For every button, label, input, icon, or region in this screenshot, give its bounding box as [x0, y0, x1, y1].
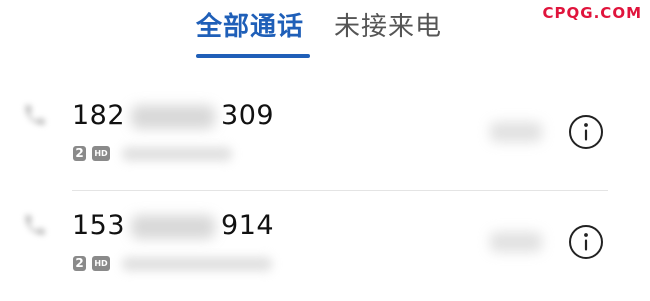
phone-number: 182 309	[72, 96, 274, 136]
sim-2-badge: 2	[73, 256, 86, 271]
masked-digits	[131, 214, 216, 239]
active-tab-indicator	[196, 54, 310, 58]
tab-all-calls[interactable]: 全部通话	[196, 8, 310, 58]
redacted-location	[122, 146, 232, 161]
redacted-call-time	[490, 122, 542, 142]
call-meta: 2 HD	[73, 146, 232, 161]
call-log-entry[interactable]: 153 914 2 HD	[0, 198, 650, 298]
phone-number-suffix: 914	[221, 210, 275, 241]
sim-2-badge: 2	[73, 146, 86, 161]
info-icon[interactable]	[568, 224, 604, 260]
phone-icon	[25, 105, 45, 125]
phone-icon	[25, 215, 45, 235]
info-icon[interactable]	[568, 114, 604, 150]
hd-badge: HD	[92, 146, 110, 161]
divider	[72, 190, 608, 191]
hd-badge: HD	[92, 256, 110, 271]
tab-missed-calls-label: 未接来电	[334, 12, 443, 42]
masked-digits	[131, 104, 216, 129]
tab-all-calls-label: 全部通话	[196, 12, 305, 42]
phone-number: 153 914	[72, 206, 274, 246]
call-log-screen: 全部通话 未接来电 CPQG.COM 182 309 2 HD 153 914 …	[0, 0, 650, 301]
tab-missed-calls[interactable]: 未接来电	[334, 8, 442, 46]
call-log-tabs: 全部通话 未接来电	[196, 8, 442, 58]
redacted-call-time	[490, 232, 542, 252]
phone-number-prefix: 153	[72, 210, 126, 241]
call-meta: 2 HD	[73, 256, 272, 271]
phone-number-suffix: 309	[221, 100, 275, 131]
watermark: CPQG.COM	[542, 4, 642, 22]
call-log-entry[interactable]: 182 309 2 HD	[0, 88, 650, 188]
phone-number-prefix: 182	[72, 100, 126, 131]
redacted-location	[122, 256, 272, 271]
